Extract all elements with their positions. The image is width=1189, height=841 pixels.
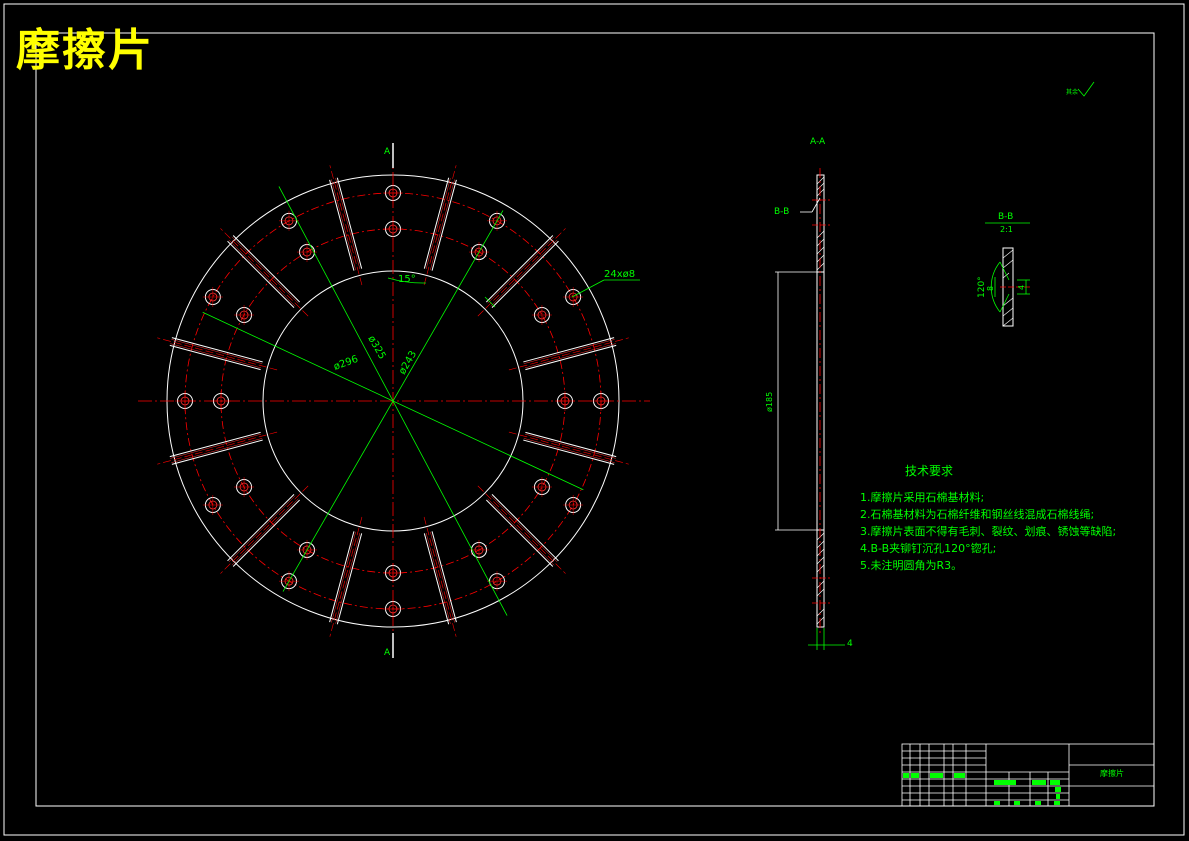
slot-centerline: [220, 485, 309, 574]
dimension-holes-label: 24xø8: [604, 269, 635, 280]
slot-centerline: [329, 516, 363, 637]
detail-bb-scale: 2:1: [1000, 225, 1013, 234]
detail-bb-title: B-B: [998, 212, 1013, 222]
inner-frame: [35, 32, 1155, 807]
section-view-label: A-A: [810, 137, 826, 147]
tech-requirement-item: 5.未注明圆角为R3。: [860, 559, 963, 572]
slot-edge: [232, 499, 301, 567]
section-centerlines: [812, 168, 830, 635]
section-hatching: [816, 176, 825, 625]
section-mark-a-bottom: A: [384, 648, 391, 658]
slot-inner-line: [430, 179, 455, 271]
dimension-d325: ø325: [365, 334, 387, 361]
slot-inner-line: [487, 236, 555, 304]
tech-requirement-item: 2.石棉基材料为石棉纤维和钢丝线混成石棉线绳;: [860, 508, 1095, 521]
slot-inner-line: [523, 339, 615, 364]
slot-inner-line: [171, 339, 263, 364]
dimension-d296: ø296: [332, 354, 359, 373]
slot-centerline: [508, 337, 629, 371]
dimension-d185: ø185: [765, 392, 774, 412]
slot-edge: [227, 493, 295, 562]
slot-inner-line: [331, 179, 356, 271]
detail-view-b-b: [985, 222, 1030, 327]
section-bb-reference: B-B: [774, 207, 789, 217]
slot-inner-line: [170, 343, 262, 369]
slot-centerline: [477, 485, 566, 574]
slot-inner-line: [170, 433, 262, 459]
front-view: [138, 143, 650, 658]
slot-inner-line: [430, 531, 455, 623]
dimension-thickness-label: 4: [847, 639, 853, 649]
slot-edge: [491, 240, 559, 309]
slot-inner-line: [425, 532, 451, 624]
slot-inner-line: [228, 495, 296, 563]
dimension-d4: 4: [1017, 285, 1026, 290]
surface-note: 其余: [1066, 88, 1078, 96]
tech-requirement-item: 3.摩擦片表面不得有毛刺、裂纹、划痕、锈蚀等缺陷;: [860, 525, 1117, 538]
drawing-title: 摩擦片: [16, 25, 154, 76]
slot-inner-line: [524, 343, 616, 369]
slot-edge: [227, 240, 295, 309]
section-view-a-a: [775, 168, 845, 650]
slot-inner-line: [524, 433, 616, 459]
dimension-angle-15: 15°: [398, 274, 416, 285]
slot-centerline: [329, 165, 363, 286]
slot-centerline: [423, 516, 457, 637]
outer-frame: [3, 3, 1185, 836]
slot-edge: [232, 235, 301, 303]
dimension-d8: 8: [986, 286, 995, 291]
slot-edge: [485, 235, 554, 303]
slot-centerline: [157, 337, 278, 371]
tech-requirement-item: 4.B-B夹铆钉沉孔120°锪孔;: [860, 542, 997, 555]
section-mark-a-top: A: [384, 147, 391, 157]
slot-inner-line: [335, 178, 361, 270]
slot-inner-line: [231, 236, 299, 304]
slot-inner-line: [171, 438, 263, 463]
slot-inner-line: [487, 498, 555, 566]
roughness-symbol: [1077, 81, 1095, 97]
slot-inner-line: [335, 532, 361, 624]
slot-centerline: [220, 228, 309, 317]
slot-inner-line: [490, 239, 558, 307]
slot-centerline: [157, 431, 278, 465]
tech-requirement-item: 1.摩擦片采用石棉基材料;: [860, 491, 985, 504]
dimension-d185: [775, 271, 817, 531]
slot-inner-line: [523, 438, 615, 463]
drawing-canvas: A A A-A B-B B-B 2:1 其余 24xø8 15° ø325 ø2…: [3, 3, 1185, 836]
slot-edge: [491, 493, 559, 562]
slot-inner-line: [331, 531, 356, 623]
slot-centerline: [423, 165, 457, 286]
slot-centerline: [508, 431, 629, 465]
slot-inner-line: [231, 498, 299, 566]
title-block-part-name: 摩擦片: [1100, 769, 1124, 778]
dimension-d243: ø243: [397, 349, 419, 376]
holes-leader: [571, 279, 605, 298]
slot-inner-line: [228, 239, 296, 307]
slot-inner-line: [490, 495, 558, 563]
slot-inner-line: [425, 178, 451, 270]
dimension-thickness: [808, 628, 845, 650]
tech-requirements-title: 技术要求: [905, 464, 954, 478]
slot-edge: [485, 499, 554, 567]
